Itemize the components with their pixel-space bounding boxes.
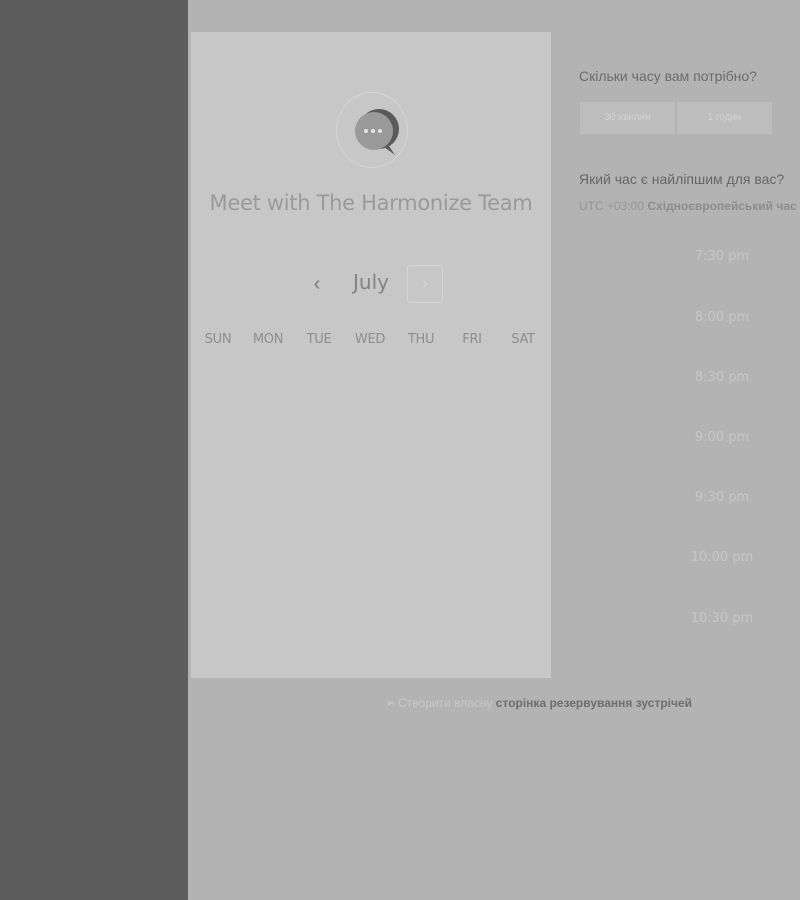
left-sidebar — [0, 0, 188, 900]
timezone-offset: UTC +03:00 — [579, 199, 645, 213]
prev-month-button[interactable]: ‹ — [305, 269, 329, 299]
weekday-header: SUN MON TUE WED THU FRI SAT — [191, 332, 551, 350]
chevron-left-icon: ‹ — [313, 273, 321, 295]
weekday-label: THU — [407, 332, 435, 347]
calendar-title: Meet with The Harmonize Team — [209, 191, 533, 215]
time-slot[interactable]: 10:00 pm — [680, 550, 764, 565]
weekday-label: SUN — [204, 332, 232, 347]
avatar — [336, 92, 408, 168]
time-slot[interactable]: 7:30 pm — [680, 249, 764, 264]
time-slot[interactable]: 9:30 pm — [680, 490, 764, 505]
time-slot[interactable]: 8:00 pm — [680, 310, 764, 325]
timezone-name: Східноєвропейський час — [647, 199, 797, 213]
footer-prefix: Створити власну — [398, 696, 493, 710]
footer-link-text: сторінка резервування зустрічей — [495, 696, 693, 710]
month-navigation: ‹ July › — [191, 263, 551, 307]
weekday-label: TUE — [306, 332, 332, 347]
pointer-icon: ➢ — [385, 696, 396, 710]
month-label: July — [353, 270, 389, 294]
time-slot[interactable]: 10:30 pm — [680, 611, 764, 626]
calendar-card: Meet with The Harmonize Team ‹ July › SU… — [191, 32, 551, 678]
duration-option-1hour[interactable]: 1 годин — [677, 102, 772, 134]
time-slot[interactable]: 8:30 pm — [680, 370, 764, 385]
weekday-label: MON — [252, 332, 284, 347]
duration-option-30min[interactable]: 30 хвилин — [580, 102, 675, 134]
timezone-selector[interactable]: UTC +03:00 Східноєвропейський час — [579, 199, 800, 213]
create-booking-page-link[interactable]: ➢ Створити власну сторінка резервування з… — [385, 696, 692, 710]
duration-question: Скільки часу вам потрібно? — [579, 68, 757, 84]
weekday-label: WED — [354, 332, 386, 347]
next-month-button[interactable]: › — [407, 265, 443, 303]
time-question: Який час є найліпшим для вас? — [579, 171, 785, 187]
chevron-right-icon: › — [422, 275, 428, 292]
chat-bubble-icon — [355, 109, 399, 155]
weekday-label: SAT — [511, 332, 535, 347]
time-slot[interactable]: 9:00 pm — [680, 430, 764, 445]
weekday-label: FRI — [462, 332, 482, 347]
